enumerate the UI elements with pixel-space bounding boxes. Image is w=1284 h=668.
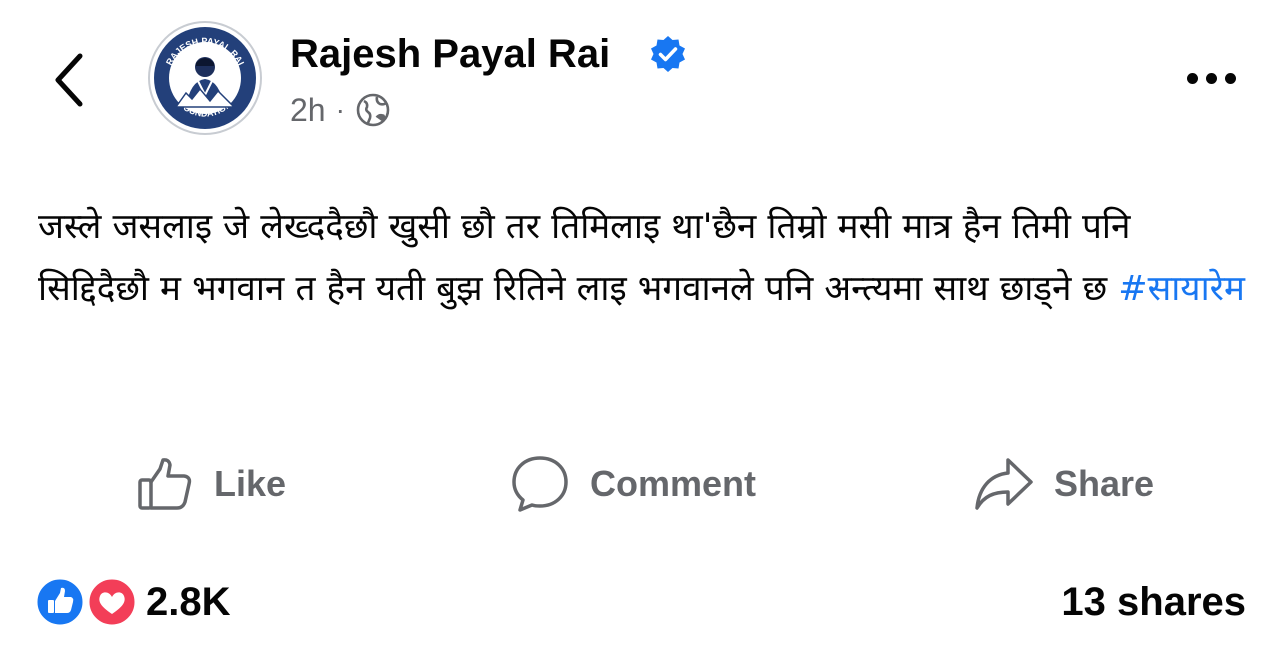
more-options-button[interactable] bbox=[1178, 56, 1244, 100]
more-horizontal-icon bbox=[1186, 72, 1198, 84]
like-button[interactable]: Like bbox=[136, 444, 286, 524]
share-count[interactable]: 13 shares bbox=[1061, 576, 1246, 628]
like-label: Like bbox=[214, 463, 287, 504]
comment-label: Comment bbox=[590, 463, 757, 504]
thumbs-up-icon bbox=[138, 458, 192, 510]
post-header: RAJESH PAYAL RAI FOUNDATION Rajesh Payal… bbox=[0, 0, 1284, 160]
globe-icon bbox=[356, 93, 390, 127]
post-footer: 2.8K 13 shares bbox=[0, 566, 1284, 636]
share-label: Share bbox=[1054, 463, 1155, 504]
meta-separator: · bbox=[335, 94, 345, 125]
love-reaction-icon bbox=[86, 576, 138, 628]
post-meta: 2h · bbox=[290, 90, 391, 130]
like-reaction-icon bbox=[34, 576, 86, 628]
avatar[interactable]: RAJESH PAYAL RAI FOUNDATION bbox=[146, 19, 264, 137]
share-arrow-icon bbox=[975, 458, 1033, 510]
post-body: जस्ले जसलाइ जे लेख्ददैछौ खुसी छौ तर तिमि… bbox=[38, 196, 1248, 320]
comment-button[interactable]: Comment bbox=[510, 444, 756, 524]
author-name[interactable]: Rajesh Payal Rai bbox=[290, 30, 610, 78]
share-button[interactable]: Share bbox=[974, 444, 1154, 524]
post-text: जस्ले जसलाइ जे लेख्ददैछौ खुसी छौ तर तिमि… bbox=[38, 207, 1131, 309]
verified-badge-icon bbox=[651, 36, 685, 72]
hashtag-link[interactable]: #सायारेम bbox=[1118, 269, 1245, 309]
speech-bubble-icon bbox=[512, 456, 568, 512]
foundation-logo: RAJESH PAYAL RAI FOUNDATION bbox=[147, 20, 263, 136]
reactions-summary[interactable] bbox=[34, 576, 138, 628]
reaction-count[interactable]: 2.8K bbox=[146, 576, 231, 628]
post-actions: Like Comment Share bbox=[0, 444, 1284, 524]
post-time[interactable]: 2h bbox=[290, 92, 326, 129]
back-button[interactable] bbox=[40, 40, 100, 120]
chevron-left-icon bbox=[55, 53, 83, 107]
